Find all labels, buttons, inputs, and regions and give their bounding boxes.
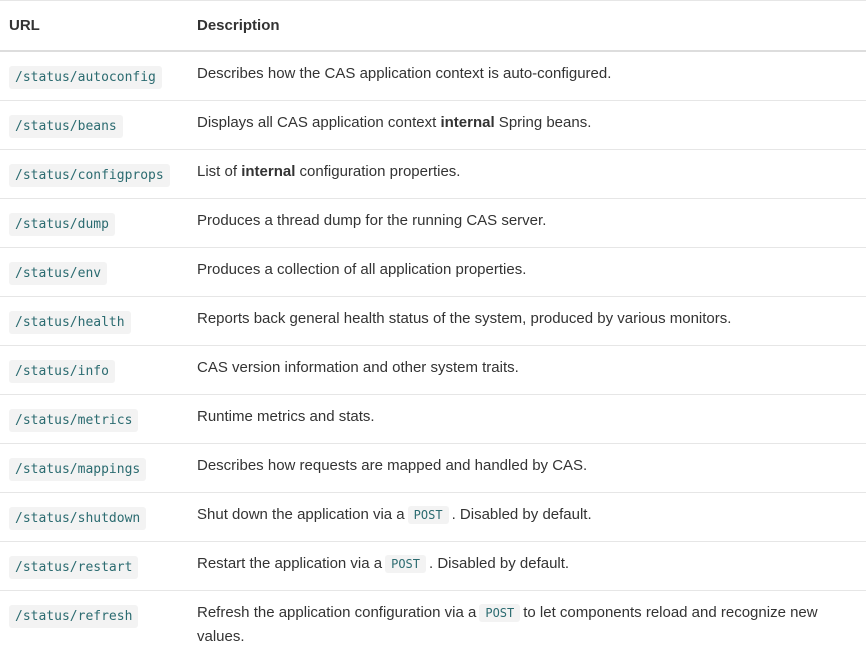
endpoint-url: /status/dump	[9, 212, 115, 236]
endpoint-description: Refresh the application configuration vi…	[197, 603, 818, 645]
table-row: /status/restart Restart the application …	[0, 541, 866, 590]
table-row: /status/mappings Describes how requests …	[0, 443, 866, 492]
http-method-code: POST	[479, 603, 521, 622]
endpoint-description: Describes how requests are mapped and ha…	[197, 456, 588, 474]
endpoint-url: /status/health	[9, 310, 131, 334]
endpoint-url: /status/configprops	[9, 163, 170, 187]
table-row: /status/autoconfig Describes how the CAS…	[0, 51, 866, 100]
http-method-code: POST	[407, 505, 449, 524]
endpoint-description: Displays all CAS application context int…	[197, 113, 592, 131]
endpoint-url: /status/info	[9, 359, 115, 383]
endpoint-url: /status/refresh	[9, 604, 139, 628]
endpoint-description: Reports back general health status of th…	[197, 309, 732, 327]
endpoint-description: Produces a collection of all application…	[197, 260, 527, 278]
endpoint-description: Shut down the application via a POST. Dis…	[197, 505, 592, 524]
endpoint-url: /status/restart	[9, 555, 139, 579]
table-row: /status/shutdown Shut down the applicati…	[0, 492, 866, 541]
table-row: /status/beans Displays all CAS applicati…	[0, 100, 866, 149]
table-row: /status/health Reports back general heal…	[0, 296, 866, 345]
table-header-row: URL Description	[0, 0, 866, 52]
description-column-header: Description	[188, 0, 866, 52]
emphasis-text: internal	[241, 162, 296, 180]
endpoint-description: Produces a thread dump for the running C…	[197, 211, 547, 229]
endpoint-description: List of internal configuration propertie…	[197, 162, 461, 180]
endpoint-url: /status/autoconfig	[9, 66, 162, 89]
table-row: /status/metrics Runtime metrics and stat…	[0, 394, 866, 443]
endpoint-url: /status/metrics	[9, 408, 139, 432]
endpoints-table: URL Description /status/autoconfig Descr…	[0, 0, 866, 654]
endpoint-url: /status/shutdown	[9, 506, 147, 530]
endpoint-url: /status/env	[9, 261, 108, 285]
table-row: /status/refresh Refresh the application …	[0, 590, 866, 654]
emphasis-text: internal	[440, 113, 495, 131]
table-row: /status/dump Produces a thread dump for …	[0, 198, 866, 247]
endpoint-description: Describes how the CAS application contex…	[197, 65, 612, 82]
endpoint-description: Runtime metrics and stats.	[197, 407, 375, 425]
table-row: /status/info CAS version information and…	[0, 345, 866, 394]
endpoint-url: /status/mappings	[9, 457, 147, 481]
url-column-header: URL	[0, 0, 188, 52]
endpoint-description: Restart the application via a POST. Disab…	[197, 554, 570, 573]
table-row: /status/configprops List of internal con…	[0, 149, 866, 198]
endpoint-description: CAS version information and other system…	[197, 358, 519, 376]
http-method-code: POST	[385, 554, 427, 573]
table-row: /status/env Produces a collection of all…	[0, 247, 866, 296]
endpoint-url: /status/beans	[9, 114, 123, 138]
